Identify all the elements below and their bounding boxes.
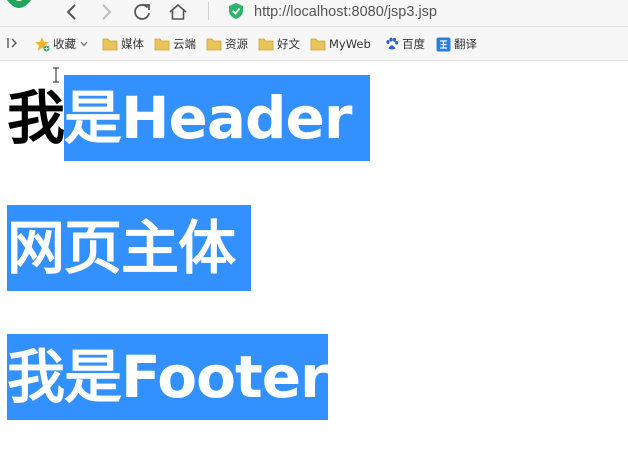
folder-icon (310, 38, 326, 51)
header-unselected-text: 我 (7, 84, 65, 152)
bookmark-label: MyWeb (329, 37, 371, 51)
bookmark-folder[interactable]: 云端 (154, 35, 196, 53)
bookmark-label: 媒体 (121, 37, 144, 51)
refresh-icon (134, 4, 150, 20)
paw-icon (386, 37, 399, 50)
folder-icon (206, 38, 222, 51)
bookmarks-bar: 收藏 媒体 云端 资源 好文 MyWeb 百度 翻译 (0, 27, 628, 61)
bookmark-favorites-label: 收藏 (53, 37, 76, 51)
address-bar[interactable]: http://localhost:8080/jsp3.jsp (254, 2, 437, 22)
bookmark-translate[interactable]: 翻译 (436, 35, 477, 53)
shield-icon[interactable] (228, 2, 244, 20)
home-button[interactable] (164, 0, 192, 24)
folder-icon (258, 38, 274, 51)
bookmark-label: 云端 (173, 37, 196, 51)
page-main-body: 网页主体 (7, 205, 252, 291)
chevron-left-icon (66, 4, 76, 20)
bookmark-label: 翻译 (454, 37, 477, 51)
toolbar-divider (208, 2, 209, 20)
main-body-text: 网页主体 (7, 205, 252, 291)
page-content: 我是Header 网页主体 我是Footer (0, 61, 628, 454)
browser-toolbar: http://localhost:8080/jsp3.jsp (0, 0, 628, 27)
home-icon (169, 3, 187, 20)
bookmark-folder[interactable]: 好文 (258, 35, 300, 53)
sidebar-toggle-icon[interactable] (6, 35, 20, 51)
star-add-icon (35, 37, 50, 52)
refresh-button[interactable] (128, 0, 156, 24)
folder-icon (102, 38, 118, 51)
bookmark-folder[interactable]: 媒体 (102, 35, 144, 53)
back-button[interactable] (58, 0, 86, 24)
bookmark-baidu[interactable]: 百度 (385, 35, 425, 53)
bookmark-folder[interactable]: 资源 (206, 35, 248, 53)
page-footer: 我是Footer (7, 334, 329, 420)
bookmark-folder[interactable]: MyWeb (310, 35, 371, 53)
bookmark-label: 好文 (277, 37, 300, 51)
bookmark-favorites[interactable]: 收藏 (34, 35, 89, 53)
chevron-right-icon (102, 4, 112, 20)
bookmark-label: 资源 (225, 37, 248, 51)
bookmark-label: 百度 (402, 37, 425, 51)
folder-icon (154, 38, 170, 51)
forward-button[interactable] (92, 0, 120, 24)
footer-text: 我是Footer (7, 334, 329, 420)
chevron-down-icon (80, 41, 88, 47)
header-selected-text: 是Header (64, 75, 370, 161)
translate-icon (436, 37, 451, 51)
browser-logo-icon (7, 0, 31, 8)
page-header: 我是Header (7, 75, 370, 161)
